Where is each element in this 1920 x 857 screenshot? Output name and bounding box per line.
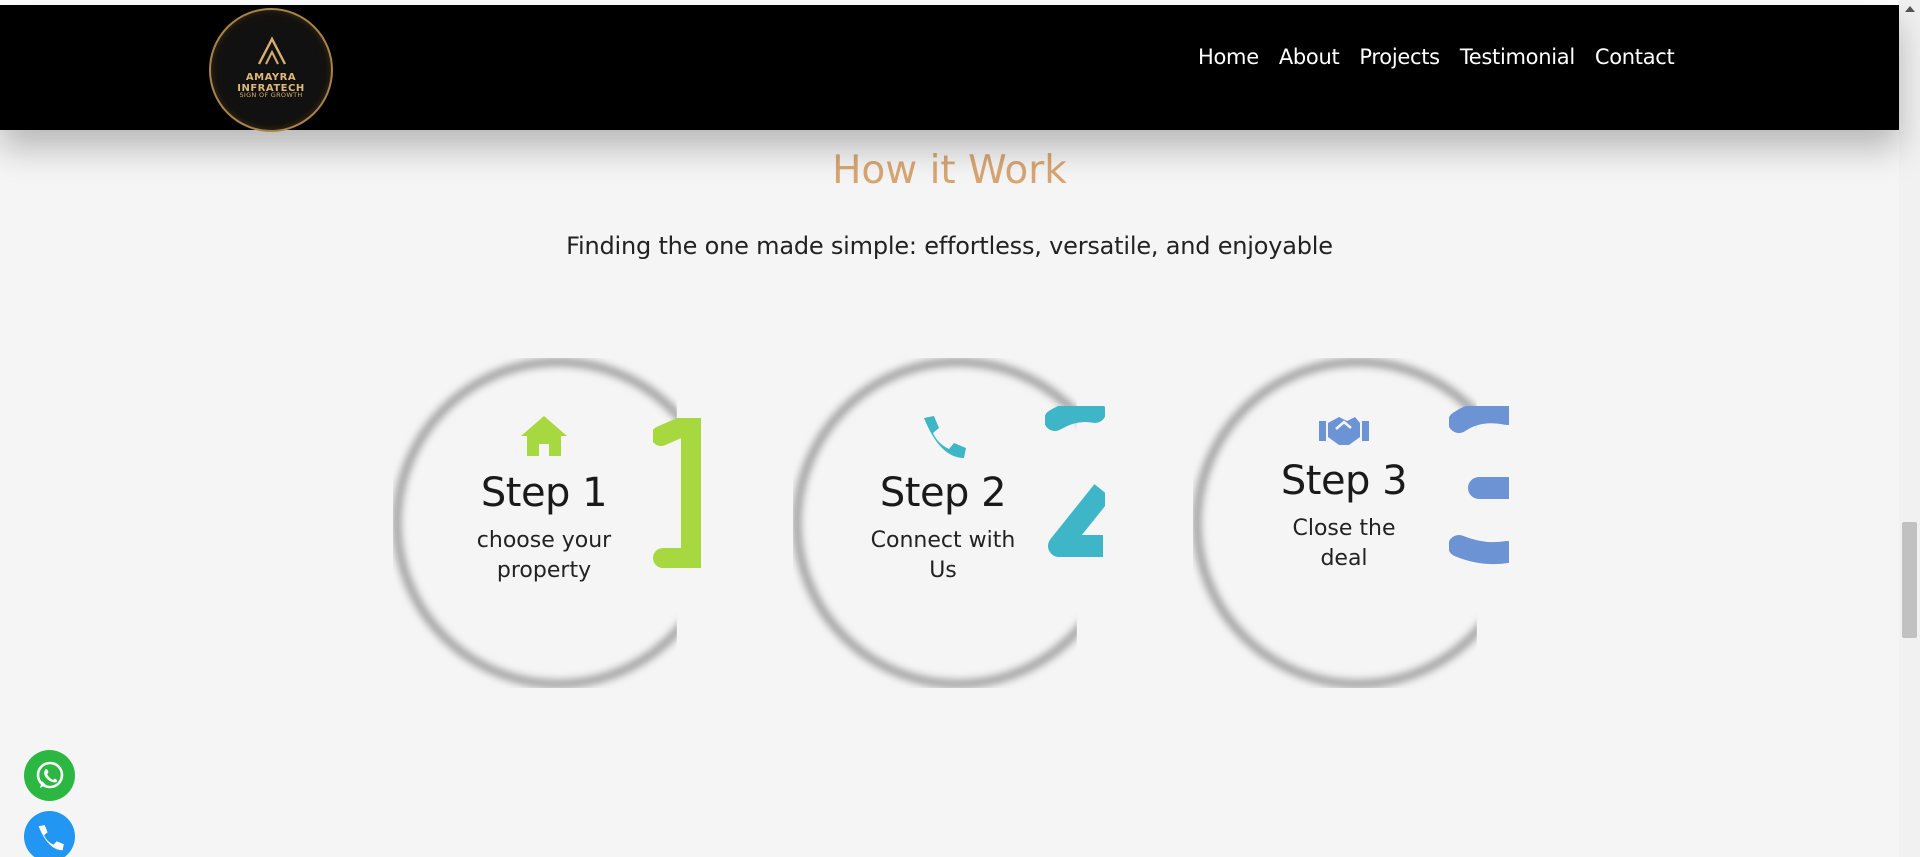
brand-logo[interactable]: AMAYRA INFRATECH SIGN OF GROWTH	[209, 8, 333, 132]
whatsapp-icon	[36, 761, 63, 788]
step-description-line: deal	[1320, 546, 1368, 571]
nav-link-home[interactable]: Home	[1198, 45, 1259, 69]
whatsapp-button[interactable]	[24, 750, 75, 801]
step-description-line: property	[496, 558, 592, 583]
step-card-1: Step 1 choose your property	[393, 358, 723, 688]
main-nav: Home About Projects Testimonial Contact	[1198, 45, 1675, 69]
step-card-3: Step 3 Close the deal	[1193, 358, 1523, 688]
step-description-line: Connect with	[870, 528, 1016, 553]
scrollbar-thumb[interactable]	[1902, 522, 1917, 638]
step-numeral-1	[653, 418, 701, 568]
scroll-up-arrow-icon[interactable]	[1905, 6, 1915, 12]
step-title: Step 2	[879, 470, 1007, 516]
call-button[interactable]	[24, 811, 75, 857]
step-title: Step 3	[1280, 458, 1408, 504]
step-description-line: choose your	[476, 528, 612, 553]
phone-icon	[924, 416, 966, 458]
step-card-2: Step 2 Connect with Us	[793, 358, 1123, 688]
nav-link-testimonial[interactable]: Testimonial	[1460, 45, 1575, 69]
triangle-logo-icon	[257, 36, 287, 65]
step-description-line: Us	[929, 558, 957, 583]
handshake-icon	[1319, 417, 1369, 445]
logo-tagline: SIGN OF GROWTH	[239, 91, 303, 99]
nav-link-about[interactable]: About	[1279, 45, 1340, 69]
step-description-line: Close the	[1292, 516, 1396, 541]
step-description: Close the deal	[1244, 514, 1444, 574]
nav-link-contact[interactable]: Contact	[1595, 45, 1675, 69]
step-description: Connect with Us	[843, 526, 1043, 586]
step-title: Step 1	[480, 470, 608, 516]
nav-link-projects[interactable]: Projects	[1359, 45, 1440, 69]
phone-icon	[38, 824, 64, 850]
vertical-scrollbar[interactable]	[1899, 0, 1920, 857]
section-title: How it Work	[832, 148, 1067, 193]
site-header: AMAYRA INFRATECH SIGN OF GROWTH Home Abo…	[0, 5, 1899, 132]
section-subtitle: Finding the one made simple: effortless,…	[566, 232, 1333, 260]
home-icon	[521, 416, 567, 456]
step-numeral-2	[1045, 406, 1105, 557]
step-description: choose your property	[444, 526, 644, 586]
step-numeral-3	[1449, 406, 1509, 565]
